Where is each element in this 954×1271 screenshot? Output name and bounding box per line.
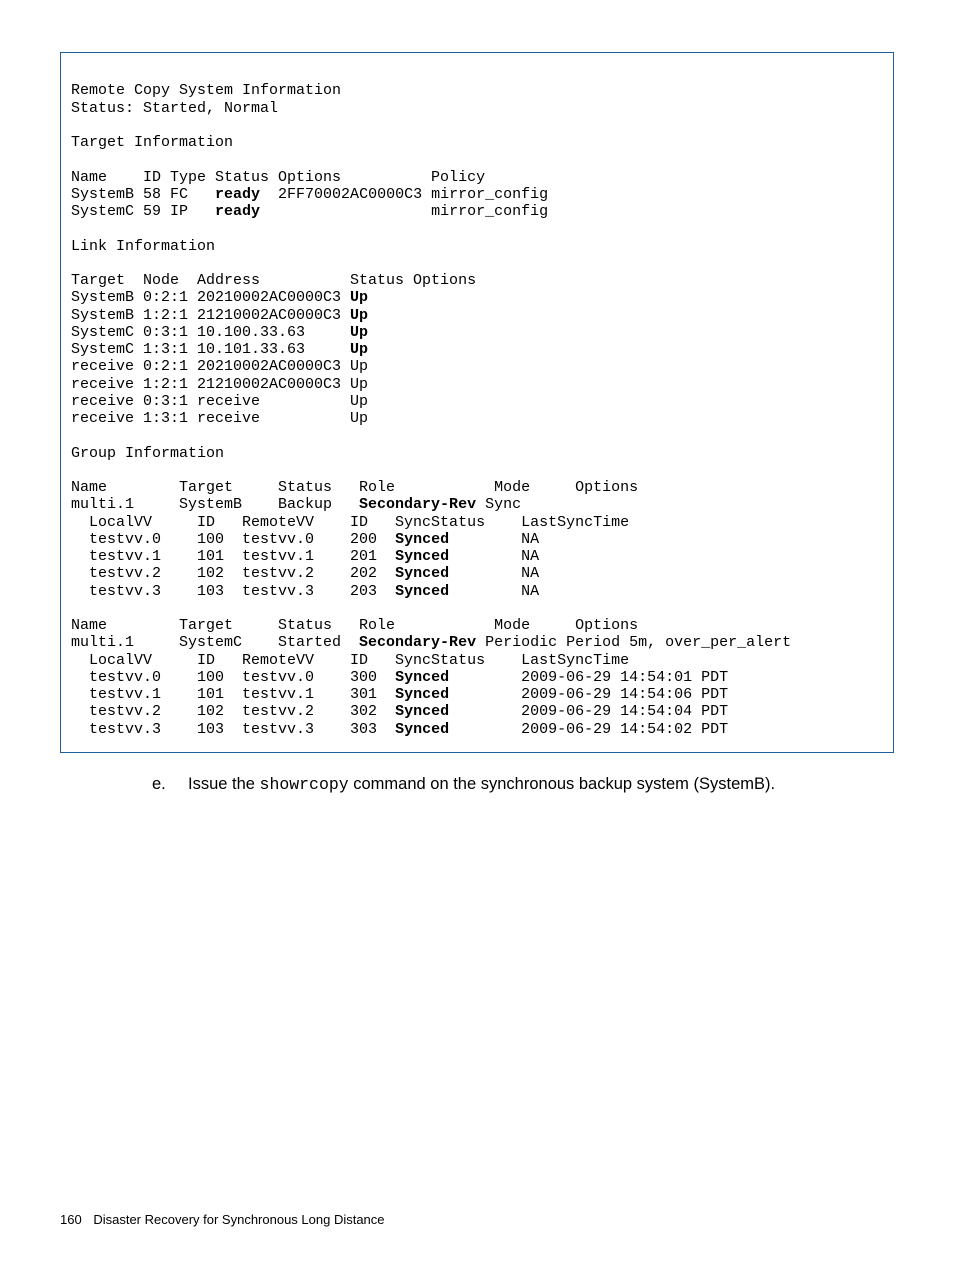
- status-ready-bold: ready: [215, 203, 260, 220]
- code-line: Name ID Type Status Options Policy: [71, 169, 485, 186]
- code-line: multi.1 SystemC Started: [71, 634, 359, 651]
- command-name: showrcopy: [260, 775, 349, 794]
- code-line: LocalVV ID RemoteVV ID SyncStatus LastSy…: [71, 514, 629, 531]
- role-secondary-rev-bold: Secondary-Rev: [359, 496, 476, 513]
- code-line: testvv.0 100 testvv.0 300: [71, 669, 395, 686]
- code-line: testvv.0 100 testvv.0 200: [71, 531, 395, 548]
- step-marker: e.: [152, 773, 188, 796]
- code-line: testvv.1 101 testvv.1 301: [71, 686, 395, 703]
- code-line: NA: [449, 531, 539, 548]
- code-line: NA: [449, 565, 539, 582]
- page: Remote Copy System Information Status: S…: [0, 0, 954, 1271]
- code-line: Name Target Status Role Mode Options: [71, 617, 638, 634]
- status-up-bold: Up: [350, 289, 368, 306]
- sync-status-bold: Synced: [395, 531, 449, 548]
- code-line: SystemB 1:2:1 21210002AC0000C3: [71, 307, 350, 324]
- code-line: SystemC 59 IP: [71, 203, 215, 220]
- code-line: NA: [449, 548, 539, 565]
- code-line: 2009-06-29 14:54:06 PDT: [449, 686, 728, 703]
- code-line: testvv.3 103 testvv.3 303: [71, 721, 395, 738]
- code-line: LocalVV ID RemoteVV ID SyncStatus LastSy…: [71, 652, 629, 669]
- code-line: Group Information: [71, 445, 224, 462]
- code-line: NA: [449, 583, 539, 600]
- sync-status-bold: Synced: [395, 686, 449, 703]
- instruction-text: Issue the: [188, 775, 260, 793]
- status-up-bold: Up: [350, 324, 368, 341]
- code-line: SystemB 0:2:1 20210002AC0000C3: [71, 289, 350, 306]
- code-line: testvv.3 103 testvv.3 203: [71, 583, 395, 600]
- code-line: 2009-06-29 14:54:04 PDT: [449, 703, 728, 720]
- sync-status-bold: Synced: [395, 703, 449, 720]
- code-line: Status: Started, Normal: [71, 100, 278, 117]
- instruction-step-e: e.Issue the showrcopy command on the syn…: [152, 773, 894, 796]
- code-line: 2009-06-29 14:54:02 PDT: [449, 721, 728, 738]
- code-line: 2FF70002AC0000C3 mirror_config: [260, 186, 548, 203]
- code-line: Target Node Address Status Options: [71, 272, 476, 289]
- status-up-bold: Up: [350, 341, 368, 358]
- code-line: SystemC 0:3:1 10.100.33.63: [71, 324, 350, 341]
- chapter-title: Disaster Recovery for Synchronous Long D…: [93, 1212, 384, 1227]
- page-footer: 160 Disaster Recovery for Synchronous Lo…: [60, 1212, 385, 1227]
- sync-status-bold: Synced: [395, 565, 449, 582]
- role-secondary-rev-bold: Secondary-Rev: [359, 634, 476, 651]
- code-line: receive 1:3:1 receive Up: [71, 410, 368, 427]
- code-line: testvv.2 102 testvv.2 302: [71, 703, 395, 720]
- status-up-bold: Up: [350, 307, 368, 324]
- code-line: Sync: [476, 496, 521, 513]
- code-line: mirror_config: [260, 203, 548, 220]
- code-line: receive 1:2:1 21210002AC0000C3 Up: [71, 376, 368, 393]
- code-line: receive 0:2:1 20210002AC0000C3 Up: [71, 358, 368, 375]
- code-line: Target Information: [71, 134, 233, 151]
- code-line: Name Target Status Role Mode Options: [71, 479, 638, 496]
- code-line: SystemC 1:3:1 10.101.33.63: [71, 341, 350, 358]
- terminal-output-box: Remote Copy System Information Status: S…: [60, 52, 894, 753]
- sync-status-bold: Synced: [395, 669, 449, 686]
- code-line: Link Information: [71, 238, 215, 255]
- page-number: 160: [60, 1212, 82, 1227]
- code-line: testvv.1 101 testvv.1 201: [71, 548, 395, 565]
- sync-status-bold: Synced: [395, 583, 449, 600]
- code-line: 2009-06-29 14:54:01 PDT: [449, 669, 728, 686]
- instruction-text: command on the synchronous backup system…: [349, 775, 775, 793]
- code-line: receive 0:3:1 receive Up: [71, 393, 368, 410]
- code-line: Periodic Period 5m, over_per_alert: [476, 634, 791, 651]
- sync-status-bold: Synced: [395, 721, 449, 738]
- sync-status-bold: Synced: [395, 548, 449, 565]
- code-line: multi.1 SystemB Backup: [71, 496, 359, 513]
- code-line: testvv.2 102 testvv.2 202: [71, 565, 395, 582]
- code-line: Remote Copy System Information: [71, 82, 341, 99]
- status-ready-bold: ready: [215, 186, 260, 203]
- code-line: SystemB 58 FC: [71, 186, 215, 203]
